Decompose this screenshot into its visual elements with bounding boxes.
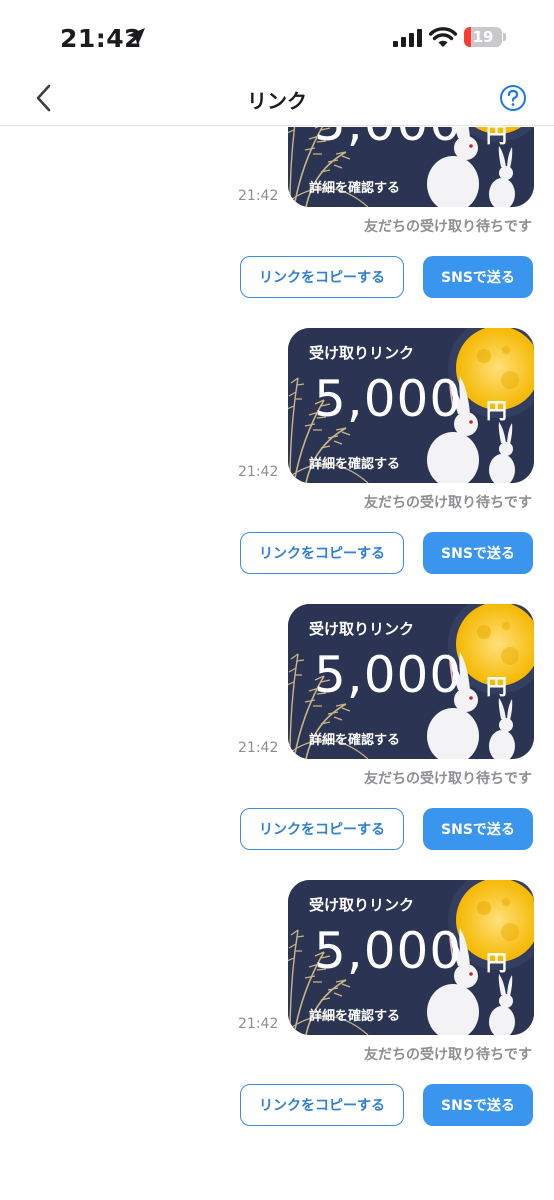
message-time: 21:42 xyxy=(238,740,279,756)
card-amount: 5,000 xyxy=(314,922,463,980)
send-sns-button[interactable]: SNSで送る xyxy=(423,808,533,850)
receive-link-card[interactable]: 受け取りリンク 5,000 円 詳細を確認する xyxy=(288,127,534,207)
battery-icon: 19 xyxy=(464,27,506,47)
card-detail-link[interactable]: 詳細を確認する xyxy=(309,177,400,196)
card-currency: 円 xyxy=(486,399,507,423)
list-item: 21:42 xyxy=(0,328,554,604)
send-sns-button[interactable]: SNSで送る xyxy=(423,256,533,298)
card-amount: 5,000 xyxy=(314,127,462,152)
nav-bar: リンク xyxy=(0,72,554,126)
list-item: 21:42 xyxy=(0,604,554,880)
message-time: 21:42 xyxy=(238,464,279,480)
card-amount: 5,000 xyxy=(314,370,463,428)
cellular-signal-icon xyxy=(393,29,422,47)
message-time: 21:42 xyxy=(238,1016,279,1032)
question-circle-icon[interactable] xyxy=(499,84,527,112)
receive-status-text: 友だちの受け取り待ちです xyxy=(364,771,532,787)
card-amount: 5,000 xyxy=(314,646,463,704)
message-time: 21:42 xyxy=(238,188,279,204)
battery-percent: 19 xyxy=(472,28,494,46)
copy-link-button[interactable]: リンクをコピーする xyxy=(240,808,404,850)
card-currency: 円 xyxy=(486,675,507,699)
receive-status-text: 友だちの受け取り待ちです xyxy=(364,1047,532,1063)
card-title: 受け取りリンク xyxy=(309,620,415,638)
status-bar: 21:42 19 xyxy=(0,0,554,72)
card-currency: 円 xyxy=(486,951,507,975)
battery-body: 19 xyxy=(464,27,502,47)
card-detail-link[interactable]: 詳細を確認する xyxy=(309,729,400,748)
copy-link-button[interactable]: リンクをコピーする xyxy=(240,1084,404,1126)
card-title: 受け取りリンク xyxy=(309,896,415,914)
message-list: 21:42 円 詳細を確認する 友だちの受け取り待ちです リンクをコピーする S… xyxy=(0,127,554,1156)
send-sns-button[interactable]: SNSで送る xyxy=(423,532,533,574)
copy-link-button[interactable]: リンクをコピーする xyxy=(240,532,404,574)
list-item: 21:42 xyxy=(0,880,554,1156)
message-feed[interactable]: 21:42 円 詳細を確認する 友だちの受け取り待ちです リンクをコピーする S… xyxy=(0,127,554,1200)
list-item: 21:42 xyxy=(0,127,554,328)
receive-status-text: 友だちの受け取り待ちです xyxy=(364,495,532,511)
card-detail-link[interactable]: 詳細を確認する xyxy=(309,1005,400,1024)
receive-link-card[interactable]: 受け取りリンク 5,000 円 詳細を確認する xyxy=(288,880,534,1035)
card-currency: 円 xyxy=(486,127,507,147)
copy-link-button[interactable]: リンクをコピーする xyxy=(240,256,404,298)
send-sns-button[interactable]: SNSで送る xyxy=(423,1084,533,1126)
card-title: 受け取りリンク xyxy=(309,344,415,362)
receive-link-card[interactable]: 受け取りリンク 5,000 円 詳細を確認する xyxy=(288,604,534,759)
page-title: リンク xyxy=(247,89,307,113)
card-detail-link[interactable]: 詳細を確認する xyxy=(309,453,400,472)
receive-status-text: 友だちの受け取り待ちです xyxy=(364,219,532,235)
battery-cap xyxy=(503,33,506,41)
location-arrow-icon xyxy=(127,28,145,46)
wifi-icon xyxy=(429,27,457,47)
receive-link-card[interactable]: 受け取りリンク 5,000 円 詳細を確認する xyxy=(288,328,534,483)
